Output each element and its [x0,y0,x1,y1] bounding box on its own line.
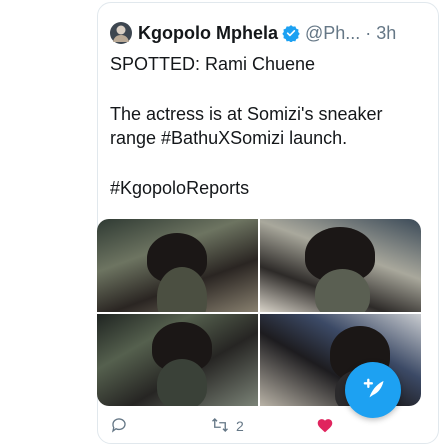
like-button[interactable] [316,417,334,436]
retweet-button[interactable]: 2 [210,416,244,437]
verified-badge-icon [282,24,300,42]
retweet-count: 2 [236,418,244,434]
tweet-photo-1[interactable] [97,219,258,312]
compose-tweet-button[interactable] [345,362,401,418]
retweet-icon [210,416,230,437]
tweet-text-line-3: range #BathuXSomizi launch. [110,128,348,148]
tweet-photo-3[interactable] [97,313,258,406]
author-name[interactable]: Kgopolo Mphela [138,23,278,44]
author-handle-and-time[interactable]: @Ph... · 3h [305,23,396,44]
compose-tweet-icon [359,374,387,407]
reply-button[interactable] [110,416,128,437]
tweet-hashtag[interactable]: #KgopoloReports [110,178,249,199]
tweet-action-bar: 2 [110,416,420,436]
tweet-photo-2[interactable] [260,219,421,312]
author-avatar[interactable] [110,22,132,44]
heart-icon [316,417,334,436]
reply-icon [110,416,128,437]
tweet-header: Kgopolo Mphela @Ph... · 3h [110,20,430,46]
tweet-text-line-2: The actress is at Somizi's sneaker [110,104,383,124]
tweet-text-line-1: SPOTTED: Rami Chuene [110,54,316,74]
